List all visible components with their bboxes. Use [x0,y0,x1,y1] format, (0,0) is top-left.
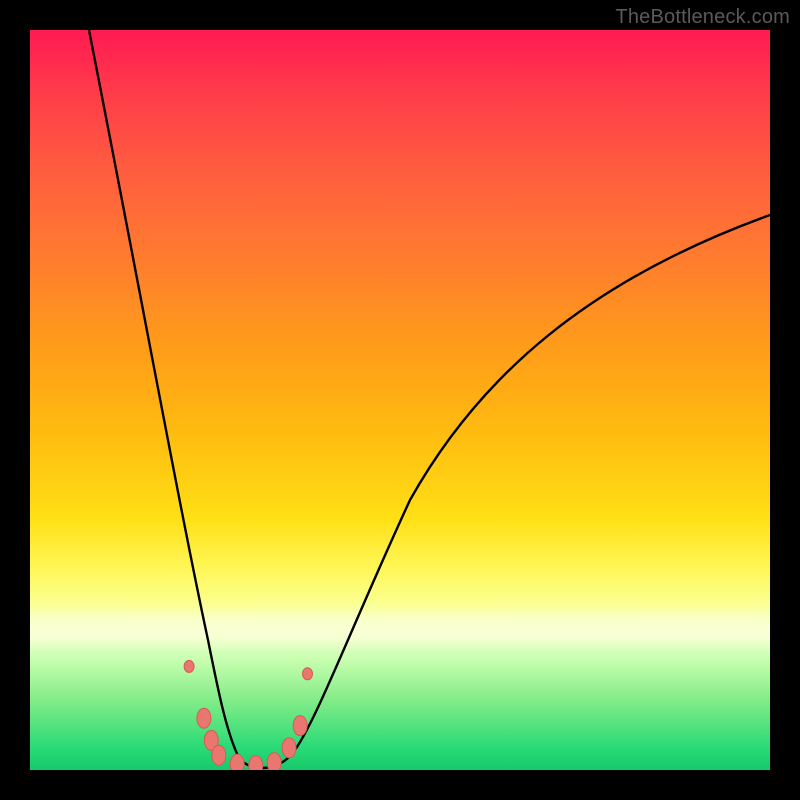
data-marker [303,668,313,680]
data-marker [230,754,244,770]
chart-frame: TheBottleneck.com [0,0,800,800]
plot-area [30,30,770,770]
data-marker [267,753,281,770]
data-marker [212,745,226,765]
marker-group [184,660,312,770]
data-marker [204,730,218,750]
data-marker [197,708,211,728]
data-marker [184,660,194,672]
curve-path [89,30,770,768]
data-marker [249,756,263,770]
watermark-text: TheBottleneck.com [615,6,790,29]
data-marker [293,716,307,736]
data-marker [282,738,296,758]
bottleneck-curve [89,30,770,768]
highlight-band [30,606,770,652]
curve-layer [30,30,770,770]
